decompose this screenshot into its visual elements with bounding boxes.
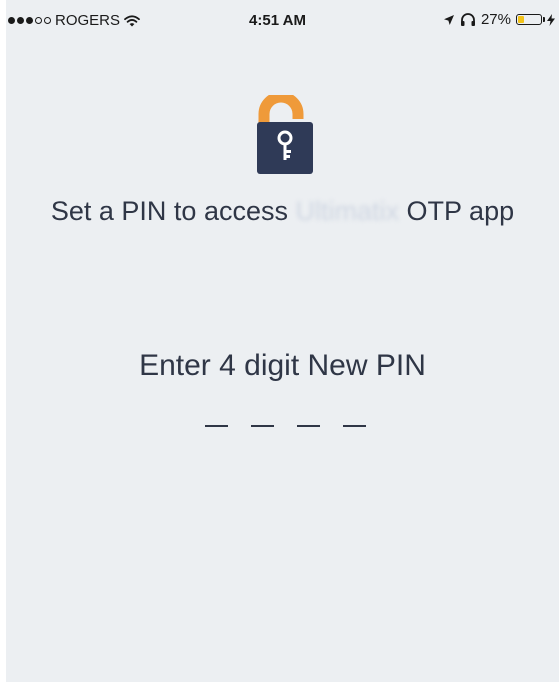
- pin-digit-slot[interactable]: [297, 425, 320, 427]
- setup-title-app-name: Ultimatix: [295, 196, 400, 226]
- pin-input-field[interactable]: [205, 425, 366, 427]
- pin-digit-slot[interactable]: [343, 425, 366, 427]
- pin-digit-slot[interactable]: [205, 425, 228, 427]
- status-bar-right: 27%: [443, 11, 555, 28]
- battery-icon: [516, 14, 545, 25]
- setup-title-prefix: Set a PIN to access: [50, 196, 288, 226]
- location-arrow-icon: [443, 14, 454, 25]
- battery-percentage: 27%: [480, 11, 511, 28]
- status-bar: ROGERS 4:51 AM 27%: [6, 0, 559, 42]
- app-screen: ROGERS 4:51 AM 27% Set a PIN to access U…: [6, 0, 559, 682]
- setup-pin-title: Set a PIN to access Ultimatix OTP app: [6, 196, 559, 227]
- pin-entry-prompt: Enter 4 digit New PIN: [139, 349, 426, 382]
- unlocked-padlock-icon: [257, 95, 313, 174]
- battery-level-fill: [518, 16, 524, 23]
- charging-bolt-icon: [547, 13, 555, 26]
- headphones-icon: [460, 13, 475, 26]
- pin-digit-slot[interactable]: [251, 425, 274, 427]
- setup-title-suffix: OTP app: [406, 196, 515, 226]
